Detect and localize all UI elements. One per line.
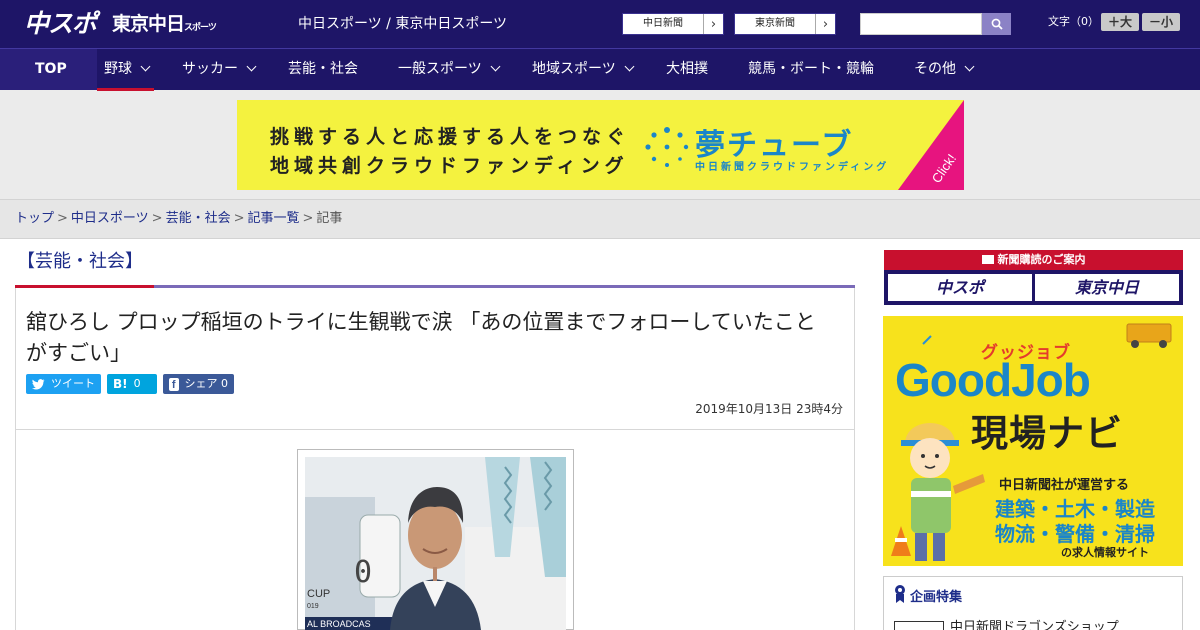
breadcrumb-sep: > [57,211,68,226]
nav-label: 競馬・ボート・競輪 [748,61,874,77]
goodjob-title: GoodJob [895,354,1091,406]
article-divider [16,429,854,430]
nav-item-sumo[interactable]: 大相撲 [666,49,708,90]
chevron-down-icon [140,61,151,72]
nav-item-racing[interactable]: 競馬・ボート・競輪 [748,49,874,90]
nav-label: 一般スポーツ [398,61,482,77]
svg-text:0: 0 [354,555,372,590]
ad-line-1: 挑戦する人と応援する人をつなぐ [270,126,631,148]
goodjob-desc: 中日新聞社が運営する [999,478,1130,493]
breadcrumb-entertainment[interactable]: 芸能・社会 [166,211,231,226]
article-date: 2019年10月13日 23時4分 [695,402,843,416]
font-size-label: 文字（0） [1048,15,1099,28]
breadcrumb-sep: > [151,211,163,226]
subscription-title: 新聞購読のご案内 [884,250,1183,270]
breadcrumb-sep: > [233,211,245,226]
chevron-down-icon [964,61,975,72]
article-photo-image: CUP 019 AL BROADCAS 0 [305,457,566,630]
ribbon-icon [895,585,905,603]
svg-text:019: 019 [307,603,319,610]
chuspo-logo[interactable]: 中スポ [24,9,97,39]
newspaper-icon [981,255,994,264]
breadcrumb-bar: トップ > 中日スポーツ > 芸能・社会 > 記事一覧 > 記事 [0,199,1200,239]
nav-item-top[interactable]: TOP [35,49,67,90]
ad-brand-sub: 中日新聞クラウドファンディング [695,162,890,173]
dots-logo-icon [645,127,689,167]
tweet-label: ツイート [51,377,95,390]
nav-label: 地域スポーツ [532,61,616,77]
facebook-share-label: シェア [184,377,218,390]
nav-label: 野球 [104,61,132,77]
search-input[interactable] [860,13,982,35]
feature-thumb[interactable] [894,621,944,630]
svg-text:AL BROADCAS: AL BROADCAS [307,619,371,629]
chevron-right-icon: › [815,14,835,34]
goodjob-tail: の求人情報サイト [1061,546,1149,559]
article-headline: 舘ひろし プロップ稲垣のトライに生観戦で涙 「あの位置までフォローしていたことが… [26,310,816,365]
crowdfunding-ad-banner[interactable]: 挑戦する人と応援する人をつなぐ 地域共創クラウドファンディング 夢チューブ 中日… [237,100,964,190]
breadcrumb-sep: > [302,211,314,226]
tokyo-shimbun-label: 東京新聞 [755,18,795,29]
chunichi-shimbun-link[interactable]: 中日新聞 › [622,13,724,35]
nav-item-local-sports[interactable]: 地域スポーツ [532,49,635,90]
svg-text:CUP: CUP [307,588,330,600]
nav-item-baseball[interactable]: 野球 [104,49,151,90]
breadcrumb-chunichi-sports[interactable]: 中日スポーツ [71,211,149,226]
nav-item-general-sports[interactable]: 一般スポーツ [398,49,501,90]
breadcrumb-article-list[interactable]: 記事一覧 [248,211,300,226]
hatena-count: 0 [133,377,141,390]
twitter-bird-icon [32,378,45,389]
site-header: 中スポ 東京中日スポーツ 中日スポーツ / 東京中日スポーツ 中日新聞 › 東京… [0,0,1200,48]
tokyo-chunichi-logo[interactable]: 東京中日スポーツ [112,11,217,41]
nav-label: TOP [35,61,67,77]
facebook-share-button[interactable]: f シェア 0 [163,374,234,394]
chevron-down-icon [624,61,635,72]
nav-item-other[interactable]: その他 [914,49,975,90]
subscription-title-text: 新聞購読のご案内 [997,253,1086,266]
article-photo[interactable]: CUP 019 AL BROADCAS 0 [305,457,566,630]
chevron-down-icon [246,61,257,72]
ad-line-2: 地域共創クラウドファンディング [270,155,629,177]
special-feature-box: 企画特集 中日新聞ドラゴンズショップ [883,576,1183,630]
chevron-right-icon: › [703,14,723,34]
chuspo-subscription-button[interactable]: 中スポ [888,274,1032,301]
nav-label: サッカー [182,61,238,77]
hatena-bookmark-button[interactable]: B! 0 [107,374,157,394]
nav-label: 芸能・社会 [288,61,358,77]
search-button[interactable] [982,13,1011,35]
nav-item-soccer[interactable]: サッカー [182,49,257,90]
section-label[interactable]: 【芸能・社会】 [17,250,143,274]
chunichi-shimbun-label: 中日新聞 [643,18,683,29]
facebook-icon: f [169,377,179,391]
newspaper-subscription-box: 新聞購読のご案内 中スポ 東京中日 [884,250,1183,305]
nav-label: 大相撲 [666,61,708,77]
tokyo-logo-small: スポーツ [184,23,217,33]
goodjob-industries-2: 物流・警備・清掃 [995,522,1155,546]
font-smaller-button[interactable]: －小 [1142,13,1180,31]
tokyo-chunichi-subscription-button[interactable]: 東京中日 [1035,274,1179,301]
feature-item-dragons-shop[interactable]: 中日新聞ドラゴンズショップ [950,620,1119,630]
goodjob-ad[interactable]: グッジョブ GoodJob 現場ナビ 中日新聞社が運営する 建築・土木・製造 物… [883,316,1183,566]
facebook-count: 0 [221,377,228,390]
nav-item-entertainment[interactable]: 芸能・社会 [288,49,358,90]
tokyo-logo-text: 東京中日 [112,13,185,35]
search-icon [991,18,1003,30]
tweet-button[interactable]: ツイート [26,374,101,394]
main-nav: TOP 野球 サッカー 芸能・社会 一般スポーツ 地域スポーツ 大相撲 競馬・ボ… [0,48,1200,91]
breadcrumb-current: 記事 [316,211,343,226]
breadcrumb: トップ > 中日スポーツ > 芸能・社会 > 記事一覧 > 記事 [15,211,342,227]
feature-title: 企画特集 [910,590,963,605]
breadcrumb-top[interactable]: トップ [15,211,54,226]
chevron-down-icon [490,61,501,72]
nav-label: その他 [914,61,956,77]
font-larger-button[interactable]: ＋大 [1101,13,1139,31]
goodjob-subtitle: 現場ナビ [971,412,1123,455]
site-links[interactable]: 中日スポーツ / 東京中日スポーツ [298,15,507,33]
hatena-icon: B! [113,377,128,391]
tokyo-shimbun-link[interactable]: 東京新聞 › [734,13,836,35]
